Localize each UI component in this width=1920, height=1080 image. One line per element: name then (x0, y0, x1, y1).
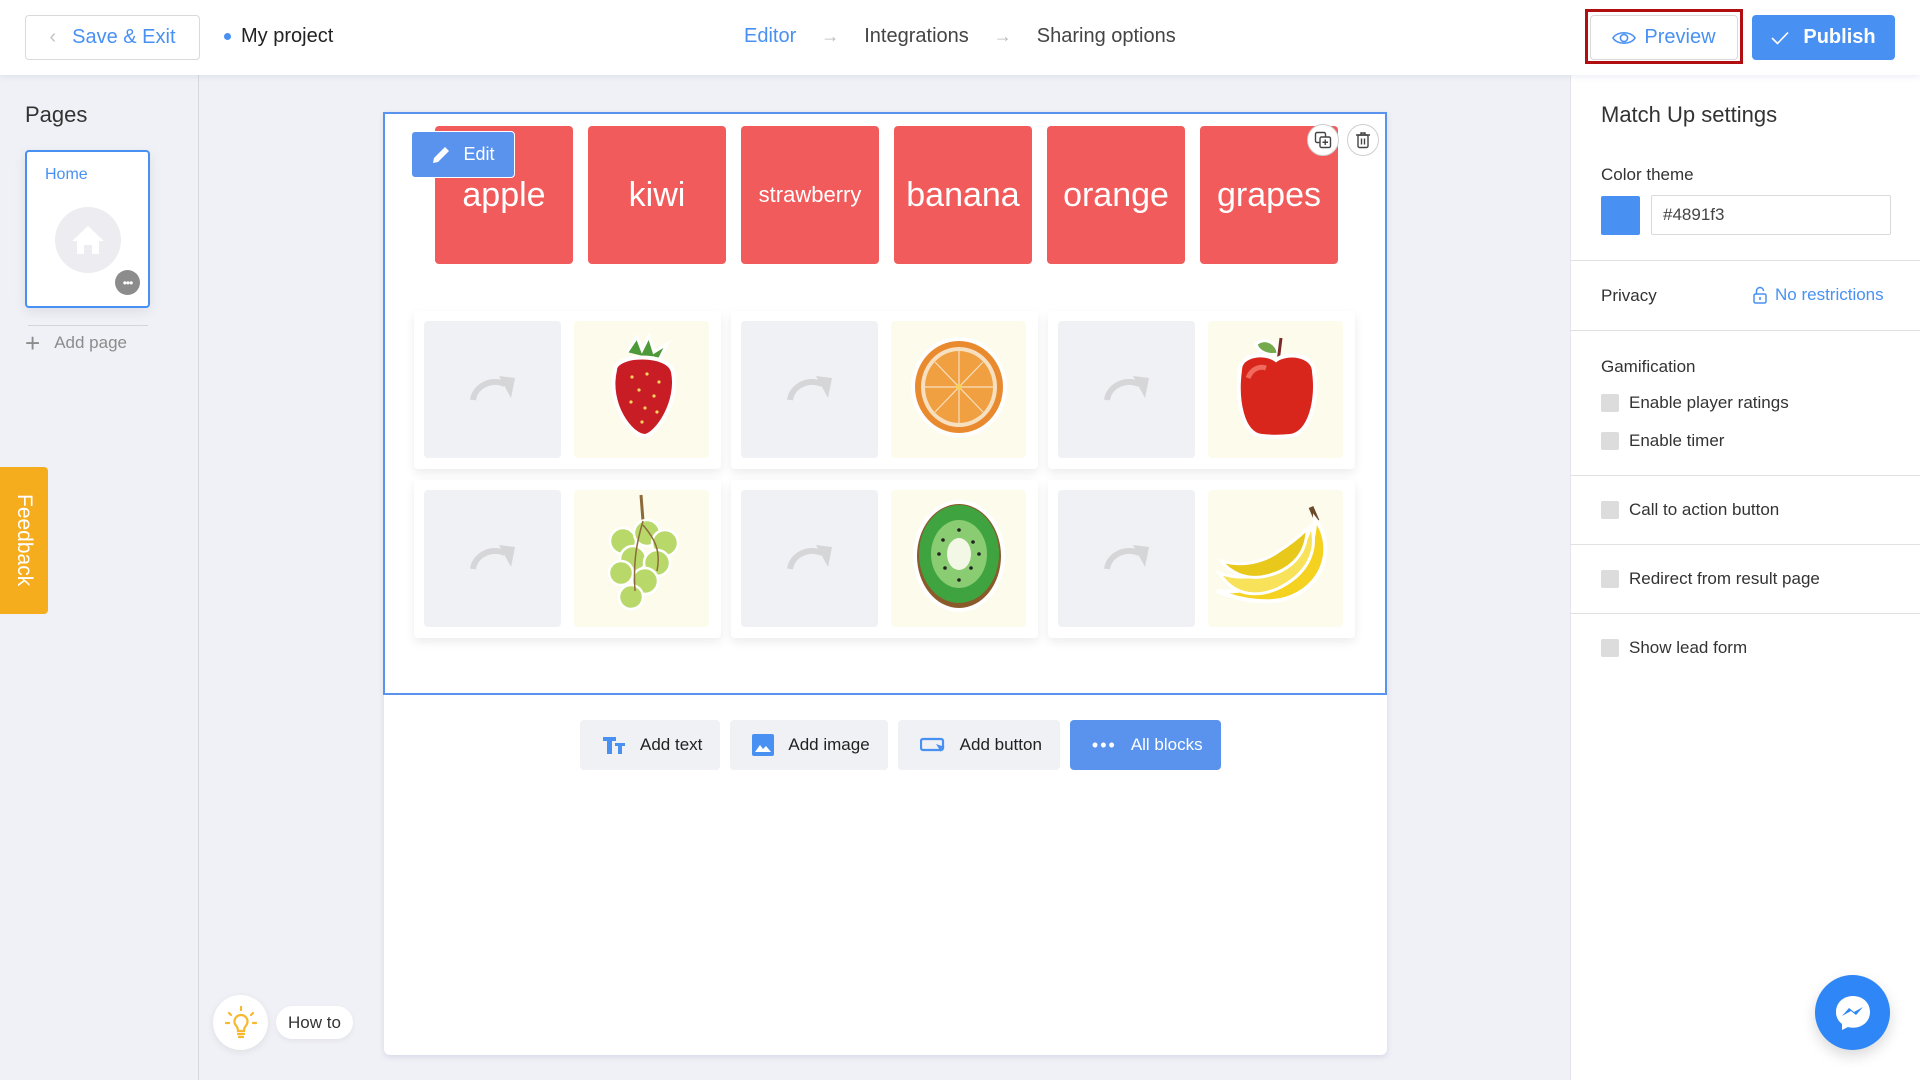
feedback-label: Feedback (13, 494, 36, 587)
duplicate-icon (1314, 131, 1332, 149)
chevron-left-icon: ‹ (49, 26, 57, 48)
page-more-options-icon[interactable]: ••• (115, 270, 140, 295)
project-name: My project (241, 25, 334, 47)
add-image-label: Add image (788, 735, 870, 754)
call-to-action-checkbox[interactable]: Call to action button (1601, 500, 1779, 520)
page-thumbnail-home[interactable]: Home ••• (25, 150, 150, 308)
checkbox-label: Enable player ratings (1629, 393, 1789, 412)
edit-block-button[interactable]: Edit (411, 131, 515, 178)
all-blocks-label: All blocks (1130, 735, 1203, 754)
check-icon (1771, 31, 1789, 45)
enable-player-ratings-checkbox[interactable]: Enable player ratings (1601, 393, 1789, 413)
eye-icon (1612, 31, 1637, 44)
checkbox-icon (1601, 432, 1619, 450)
duplicate-block-button[interactable] (1307, 124, 1339, 156)
privacy-label: Privacy (1601, 286, 1657, 305)
checkbox-icon (1601, 639, 1619, 657)
checkbox-label: Show lead form (1629, 638, 1748, 657)
trash-icon (1356, 132, 1370, 149)
add-text-label: Add text (640, 735, 703, 754)
color-theme-label: Color theme (1601, 165, 1694, 184)
save-exit-button[interactable]: ‹ Save & Exit (25, 15, 200, 60)
save-exit-label: Save & Exit (72, 26, 176, 48)
sidebar-divider (28, 325, 148, 326)
lock-icon (1753, 286, 1767, 304)
add-page-button[interactable]: + Add page (25, 330, 127, 356)
pencil-icon (433, 146, 450, 163)
checkbox-label: Call to action button (1629, 500, 1780, 519)
checkbox-icon (1601, 501, 1619, 519)
checkbox-icon (1601, 394, 1619, 412)
step-navigation: Editor → Integrations → Sharing options (744, 25, 1176, 48)
step-sharing-options[interactable]: Sharing options (1037, 25, 1176, 48)
privacy-value: No restrictions (1775, 285, 1884, 304)
text-icon (603, 737, 625, 754)
project-title: My project (224, 25, 333, 48)
add-page-label: Add page (54, 333, 127, 352)
add-button-label: Add button (959, 735, 1042, 754)
image-icon (752, 734, 775, 756)
plus-icon: + (25, 328, 41, 358)
lightbulb-icon[interactable] (213, 995, 268, 1050)
feedback-tab[interactable]: Feedback (0, 467, 48, 614)
top-bar: ‹ Save & Exit My project Editor → Integr… (0, 0, 1920, 75)
publish-button[interactable]: Publish (1752, 15, 1895, 60)
publish-label: Publish (1803, 26, 1876, 48)
arrow-right-icon: → (821, 26, 840, 46)
add-button-button[interactable]: Add button (897, 720, 1060, 770)
divider (1571, 475, 1920, 476)
add-block-toolbar: Add text Add image Add button ••• All bl… (580, 720, 1221, 770)
divider (1571, 330, 1920, 331)
show-lead-form-checkbox[interactable]: Show lead form (1601, 638, 1747, 658)
checkbox-label: Redirect from result page (1629, 569, 1820, 588)
edit-label: Edit (463, 144, 495, 164)
more-icon: ••• (1091, 734, 1117, 755)
divider (1571, 613, 1920, 614)
delete-block-button[interactable] (1347, 124, 1379, 156)
settings-title: Match Up settings (1601, 102, 1778, 127)
checkbox-label: Enable timer (1629, 431, 1725, 450)
pages-title: Pages (25, 102, 88, 127)
page-name: Home (45, 166, 88, 183)
color-swatch[interactable] (1601, 196, 1640, 235)
redirect-result-page-checkbox[interactable]: Redirect from result page (1601, 569, 1820, 589)
messenger-chat-button[interactable] (1815, 975, 1890, 1050)
checkbox-icon (1601, 570, 1619, 588)
divider (1571, 544, 1920, 545)
arrow-right-icon: → (993, 26, 1012, 46)
step-integrations[interactable]: Integrations (864, 25, 969, 48)
home-icon (55, 207, 121, 273)
how-to-button[interactable]: How to (276, 1006, 353, 1039)
divider (1571, 260, 1920, 261)
preview-button[interactable]: Preview (1590, 15, 1738, 60)
color-theme-input[interactable] (1651, 195, 1891, 235)
step-editor[interactable]: Editor (744, 25, 796, 48)
match-up-block-selection (383, 112, 1387, 695)
button-icon (919, 737, 945, 752)
messenger-icon (1835, 995, 1870, 1030)
settings-panel: Match Up settings Color theme Privacy No… (1570, 75, 1920, 1080)
add-text-button[interactable]: Add text (580, 720, 721, 770)
gamification-label: Gamification (1601, 357, 1696, 376)
enable-timer-checkbox[interactable]: Enable timer (1601, 431, 1724, 451)
all-blocks-button[interactable]: ••• All blocks (1069, 720, 1221, 770)
add-image-button[interactable]: Add image (730, 720, 888, 770)
preview-label: Preview (1644, 26, 1716, 48)
status-dot-icon (224, 33, 231, 40)
privacy-link[interactable]: No restrictions (1753, 285, 1884, 305)
